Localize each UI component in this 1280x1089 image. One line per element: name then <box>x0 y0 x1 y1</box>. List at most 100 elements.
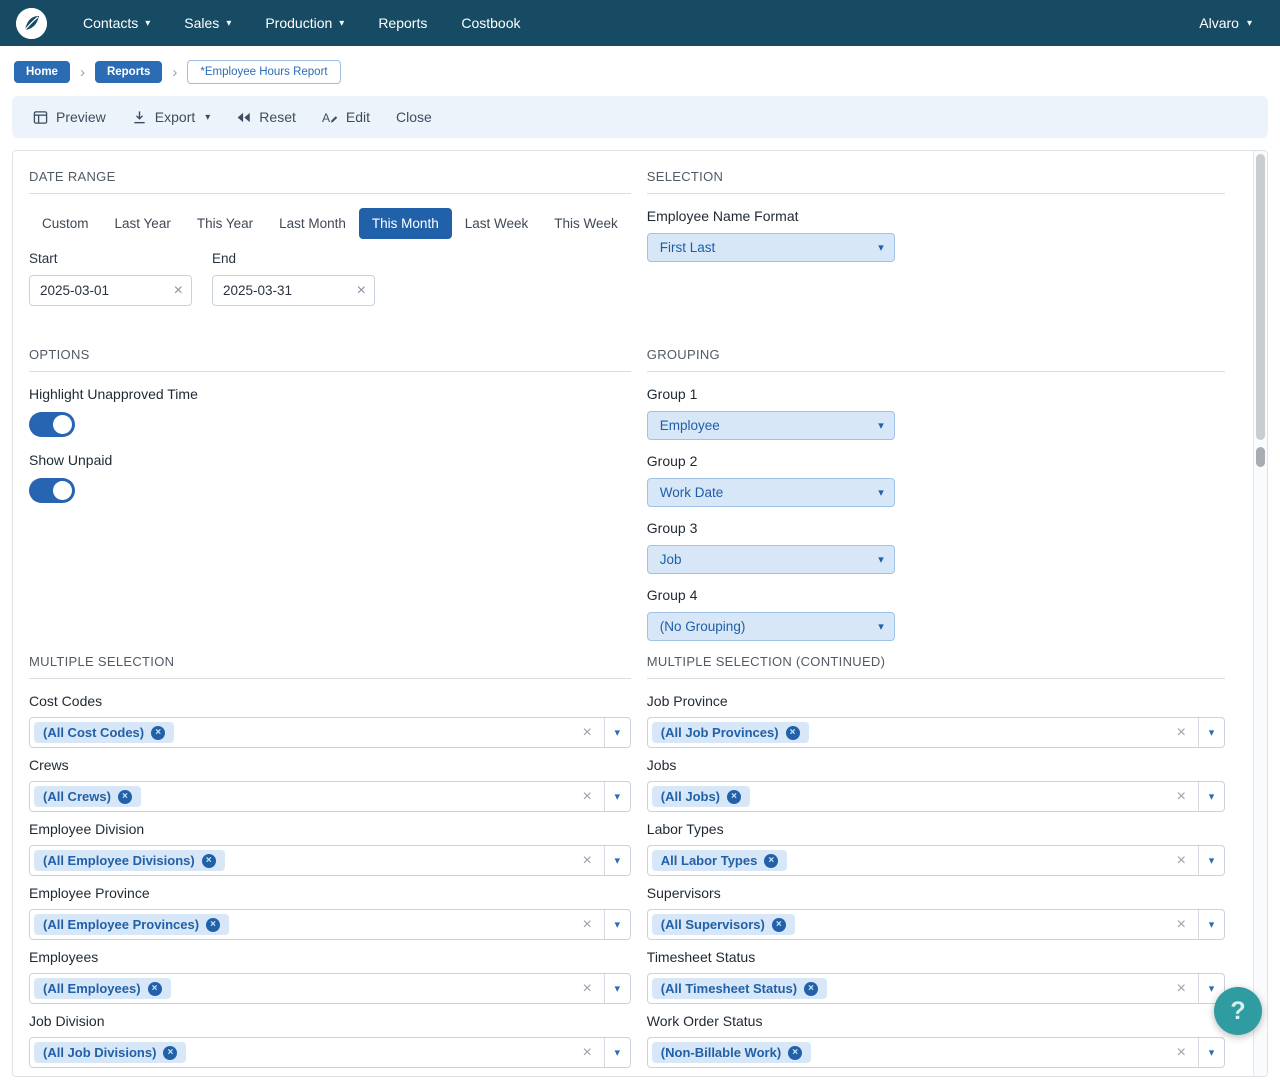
job-province-label: Job Province <box>647 693 1225 709</box>
chip-remove-icon[interactable]: × <box>151 726 165 740</box>
app-logo[interactable] <box>16 8 47 39</box>
svg-text:A: A <box>322 111 331 125</box>
chip-remove-icon[interactable]: × <box>163 1046 177 1060</box>
employee-name-format-select[interactable]: First Last ▾ <box>647 233 895 262</box>
supervisors-multiselect[interactable]: (All Supervisors) × × ▾ <box>647 909 1225 940</box>
help-button[interactable]: ? <box>1214 987 1262 1035</box>
show-unpaid-toggle[interactable] <box>29 478 75 503</box>
group-1-select[interactable]: Employee ▾ <box>647 411 895 440</box>
clear-selection-icon[interactable]: × <box>1165 917 1198 933</box>
employee-division-multiselect[interactable]: (All Employee Divisions) × × ▾ <box>29 845 631 876</box>
caret-down-icon: ▾ <box>1247 18 1252 29</box>
group-2-select[interactable]: Work Date ▾ <box>647 478 895 507</box>
clear-selection-icon[interactable]: × <box>1165 725 1198 741</box>
preset-last-week[interactable]: Last Week <box>452 208 542 239</box>
chip-remove-icon[interactable]: × <box>786 726 800 740</box>
crews-multiselect[interactable]: (All Crews) × × ▾ <box>29 781 631 812</box>
breadcrumb-reports[interactable]: Reports <box>95 61 162 83</box>
clear-selection-icon[interactable]: × <box>570 981 603 997</box>
caret-down-icon[interactable]: ▾ <box>604 718 630 747</box>
chip-remove-icon[interactable]: × <box>727 790 741 804</box>
end-date-input[interactable] <box>212 275 375 306</box>
caret-down-icon[interactable]: ▾ <box>1198 1038 1224 1067</box>
clear-selection-icon[interactable]: × <box>1165 981 1198 997</box>
clear-selection-icon[interactable]: × <box>570 853 603 869</box>
nav-contacts[interactable]: Contacts ▾ <box>83 15 150 31</box>
caret-down-icon[interactable]: ▾ <box>604 846 630 875</box>
clear-selection-icon[interactable]: × <box>570 1045 603 1061</box>
chip-remove-icon[interactable]: × <box>202 854 216 868</box>
nav-sales[interactable]: Sales ▾ <box>184 15 231 31</box>
chip-remove-icon[interactable]: × <box>764 854 778 868</box>
clear-selection-icon[interactable]: × <box>1165 853 1198 869</box>
chip-remove-icon[interactable]: × <box>118 790 132 804</box>
chip-remove-icon[interactable]: × <box>772 918 786 932</box>
timesheet-status-multiselect[interactable]: (All Timesheet Status) × × ▾ <box>647 973 1225 1004</box>
clear-selection-icon[interactable]: × <box>1165 1045 1198 1061</box>
caret-down-icon[interactable]: ▾ <box>604 1038 630 1067</box>
reset-button[interactable]: Reset <box>223 101 309 133</box>
multiple-selection-section: MULTIPLE SELECTION Cost Codes (All Cost … <box>29 654 631 1077</box>
export-button[interactable]: Export ▾ <box>119 101 224 133</box>
highlight-unapproved-time-toggle[interactable] <box>29 412 75 437</box>
caret-down-icon[interactable]: ▾ <box>604 782 630 811</box>
employee-province-multiselect[interactable]: (All Employee Provinces) × × ▾ <box>29 909 631 940</box>
job-division-multiselect[interactable]: (All Job Divisions) × × ▾ <box>29 1037 631 1068</box>
chip-remove-icon[interactable]: × <box>148 982 162 996</box>
group-4-select[interactable]: (No Grouping) ▾ <box>647 612 895 641</box>
caret-down-icon[interactable]: ▾ <box>604 974 630 1003</box>
chip-label: (All Job Divisions) <box>43 1045 156 1060</box>
preset-last-month[interactable]: Last Month <box>266 208 359 239</box>
selected-chip: (All Employees) × <box>34 978 171 999</box>
nav-production[interactable]: Production ▾ <box>265 15 344 31</box>
preset-last-year[interactable]: Last Year <box>102 208 184 239</box>
clear-selection-icon[interactable]: × <box>570 917 603 933</box>
employee-name-format-label: Employee Name Format <box>647 208 1225 224</box>
user-menu[interactable]: Alvaro ▾ <box>1199 15 1252 31</box>
nav-costbook[interactable]: Costbook <box>461 15 520 31</box>
preset-custom[interactable]: Custom <box>29 208 102 239</box>
nav-reports[interactable]: Reports <box>378 15 427 31</box>
caret-down-icon[interactable]: ▾ <box>1198 846 1224 875</box>
preset-this-week[interactable]: This Week <box>541 208 631 239</box>
clear-selection-icon[interactable]: × <box>570 789 603 805</box>
selected-chip: (All Supervisors) × <box>652 914 795 935</box>
caret-down-icon: ▾ <box>339 18 344 29</box>
caret-down-icon[interactable]: ▾ <box>1198 782 1224 811</box>
scrollbar-thumb[interactable] <box>1256 447 1265 467</box>
clear-start-date-icon[interactable]: × <box>174 283 183 299</box>
preview-button[interactable]: Preview <box>20 101 119 133</box>
caret-down-icon[interactable]: ▾ <box>1198 910 1224 939</box>
employees-field: Employees (All Employees) × × ▾ <box>29 949 631 1004</box>
work-order-status-multiselect[interactable]: (Non-Billable Work) × × ▾ <box>647 1037 1225 1068</box>
group-3-select[interactable]: Job ▾ <box>647 545 895 574</box>
close-button[interactable]: Close <box>383 101 445 133</box>
chip-remove-icon[interactable]: × <box>206 918 220 932</box>
edit-button[interactable]: A Edit <box>309 101 383 133</box>
employees-multiselect[interactable]: (All Employees) × × ▾ <box>29 973 631 1004</box>
labor-types-multiselect[interactable]: All Labor Types × × ▾ <box>647 845 1225 876</box>
vertical-scrollbar[interactable] <box>1253 151 1267 1076</box>
caret-down-icon[interactable]: ▾ <box>1198 718 1224 747</box>
cost-codes-multiselect[interactable]: (All Cost Codes) × × ▾ <box>29 717 631 748</box>
preset-this-year[interactable]: This Year <box>184 208 266 239</box>
chip-label: (Non-Billable Work) <box>661 1045 781 1060</box>
chip-remove-icon[interactable]: × <box>788 1046 802 1060</box>
selected-chip: (Non-Billable Work) × <box>652 1042 811 1063</box>
start-date-input[interactable] <box>29 275 192 306</box>
preset-this-month[interactable]: This Month <box>359 208 452 239</box>
selected-chip: (All Timesheet Status) × <box>652 978 827 999</box>
clear-selection-icon[interactable]: × <box>1165 789 1198 805</box>
selection-heading: SELECTION <box>647 169 1225 194</box>
clear-end-date-icon[interactable]: × <box>357 283 366 299</box>
caret-down-icon[interactable]: ▾ <box>604 910 630 939</box>
supervisors-label: Supervisors <box>647 885 1225 901</box>
date-range-section: DATE RANGE Custom Last Year This Year La… <box>29 169 631 347</box>
scrollbar-thumb[interactable] <box>1256 154 1265 440</box>
jobs-multiselect[interactable]: (All Jobs) × × ▾ <box>647 781 1225 812</box>
job-province-multiselect[interactable]: (All Job Provinces) × × ▾ <box>647 717 1225 748</box>
chip-remove-icon[interactable]: × <box>804 982 818 996</box>
clear-selection-icon[interactable]: × <box>570 725 603 741</box>
breadcrumb-home[interactable]: Home <box>14 61 70 83</box>
breadcrumb-current-report[interactable]: *Employee Hours Report <box>187 60 340 84</box>
